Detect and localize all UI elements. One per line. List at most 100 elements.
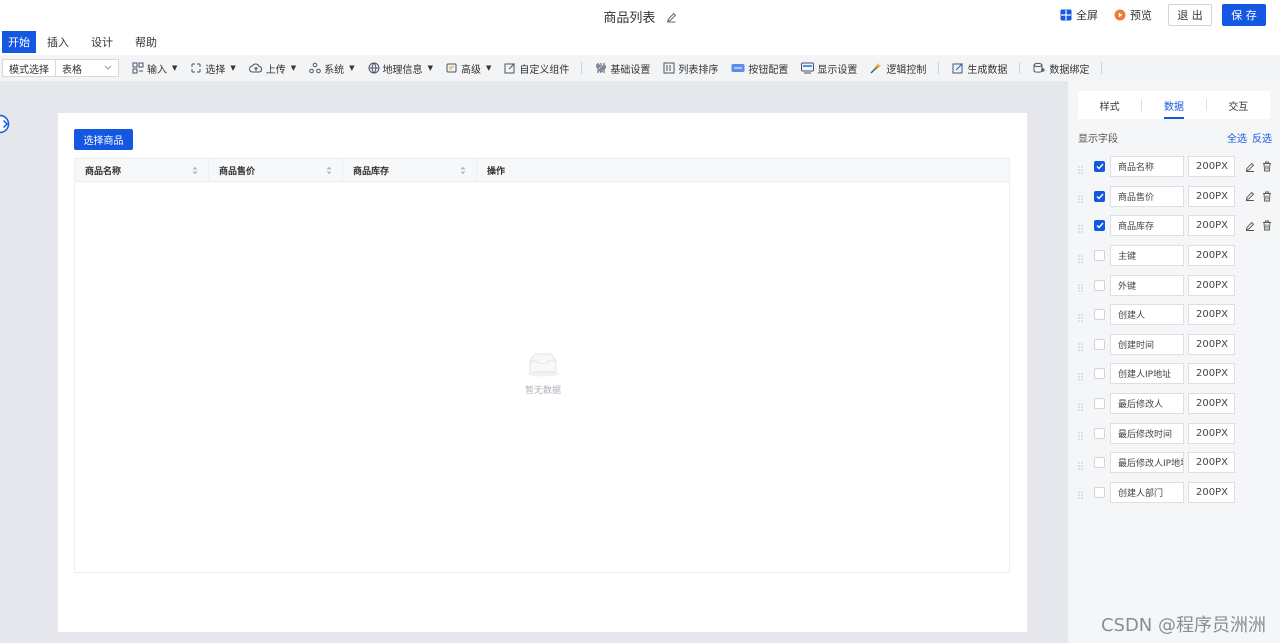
field-name-input[interactable]: 创建人IP地址	[1110, 363, 1184, 385]
toolbar-list-sort[interactable]: 列表排序	[663, 61, 718, 76]
field-name-input[interactable]: 最后修改人IP地址	[1110, 452, 1184, 474]
field-name-input[interactable]: 主键	[1110, 245, 1184, 267]
sort-icon[interactable]	[460, 166, 466, 175]
drag-handle-icon[interactable]	[1078, 370, 1086, 381]
watermark: CSDN @程序员洲洲	[1100, 615, 1266, 636]
delete-icon[interactable]	[1262, 220, 1272, 231]
field-name-input[interactable]: 创建时间	[1110, 333, 1184, 355]
column-header-stock[interactable]: 商品库存	[343, 159, 477, 181]
drag-handle-icon[interactable]	[1078, 488, 1086, 500]
product-table: 商品名称 商品售价 商品库存 操作 暂无数据	[74, 158, 1010, 573]
field-checkbox[interactable]	[1094, 368, 1105, 380]
drag-handle-icon[interactable]	[1078, 311, 1086, 322]
field-width-input[interactable]: 200PX	[1188, 333, 1235, 355]
tab-start[interactable]: 开始	[2, 31, 36, 53]
field-checkbox[interactable]	[1094, 457, 1105, 469]
toolbar-input[interactable]: 输入 ▼	[132, 61, 177, 76]
field-checkbox[interactable]	[1094, 279, 1105, 291]
field-name-input[interactable]: 最后修改人	[1110, 393, 1184, 415]
field-width-input[interactable]: 200PX	[1188, 481, 1235, 503]
tab-design[interactable]: 设计	[80, 31, 124, 53]
top-bar: 商品列表 全屏 预览 退 出 保 存	[0, 0, 1280, 30]
toolbar-logic[interactable]: 逻辑控制	[870, 61, 926, 76]
toolbar-advanced[interactable]: 高级 ▼	[446, 61, 491, 76]
toolbar-geo[interactable]: 地理信息 ▼	[368, 61, 433, 76]
toolbar-select[interactable]: 选择 ▼	[190, 61, 236, 76]
edit-icon[interactable]	[1245, 191, 1255, 202]
drag-handle-icon[interactable]	[1078, 252, 1086, 263]
drag-handle-icon[interactable]	[1078, 281, 1086, 292]
sort-icon[interactable]	[326, 166, 332, 175]
column-header-price[interactable]: 商品售价	[209, 159, 343, 181]
field-checkbox[interactable]	[1094, 398, 1105, 410]
expand-panel-button[interactable]	[0, 114, 16, 134]
field-checkbox[interactable]	[1094, 338, 1105, 350]
field-name-input[interactable]: 最后修改时间	[1110, 422, 1184, 444]
field-name-input[interactable]: 创建人部门	[1110, 481, 1184, 503]
tab-help[interactable]: 帮助	[124, 31, 168, 53]
choose-product-button[interactable]: 选择商品	[74, 129, 133, 150]
toolbar-basic-settings-label: 基础设置	[610, 64, 651, 76]
property-panel: 样式 数据 交互 显示字段 全选 反选 商品名称 200PX 商品售价 200PX 商品…	[1068, 81, 1280, 643]
field-width-input[interactable]: 200PX	[1188, 274, 1235, 296]
toolbar-separator	[938, 62, 940, 74]
exit-button[interactable]: 退 出	[1168, 4, 1212, 26]
tab-insert[interactable]: 插入	[36, 31, 80, 53]
toolbar-system[interactable]: 系统 ▼	[309, 61, 355, 76]
toolbar-generate-data[interactable]: 生成数据	[952, 61, 1007, 76]
field-width-input[interactable]: 200PX	[1188, 452, 1235, 474]
field-name-input[interactable]: 外键	[1110, 274, 1184, 296]
field-name-input[interactable]: 商品售价	[1110, 185, 1184, 207]
invert-selection-link[interactable]: 反选	[1252, 130, 1272, 145]
field-width-input[interactable]: 200PX	[1188, 422, 1235, 444]
preview-button[interactable]: 预览	[1114, 7, 1152, 23]
toolbar-display-settings[interactable]: 显示设置	[801, 61, 857, 76]
fullscreen-button[interactable]: 全屏	[1060, 7, 1098, 23]
field-width-input[interactable]: 200PX	[1188, 185, 1235, 207]
field-name-input[interactable]: 创建人	[1110, 304, 1184, 326]
field-checkbox[interactable]	[1094, 309, 1105, 321]
settings-icon	[596, 63, 607, 73]
delete-icon[interactable]	[1262, 191, 1272, 202]
field-checkbox[interactable]	[1094, 220, 1105, 232]
column-header-name[interactable]: 商品名称	[75, 159, 209, 181]
tab-data[interactable]: 数据	[1142, 91, 1205, 119]
field-width-input[interactable]: 200PX	[1188, 363, 1235, 385]
edit-icon[interactable]	[1245, 162, 1255, 172]
toolbar-data-binding[interactable]: 数据绑定	[1033, 61, 1089, 76]
field-checkbox[interactable]	[1094, 190, 1105, 202]
toolbar-upload[interactable]: 上传 ▼	[248, 61, 296, 76]
tab-interaction[interactable]: 交互	[1207, 91, 1270, 119]
field-name-input[interactable]: 商品库存	[1110, 215, 1184, 237]
drag-handle-icon[interactable]	[1078, 192, 1086, 204]
toolbar-button-config[interactable]: 按钮配置	[731, 61, 788, 76]
select-all-link[interactable]: 全选	[1227, 130, 1247, 145]
field-width-input[interactable]: 200PX	[1188, 304, 1235, 326]
field-width-input[interactable]: 200PX	[1188, 245, 1235, 267]
field-name-input[interactable]: 商品名称	[1110, 156, 1184, 178]
field-checkbox[interactable]	[1094, 427, 1105, 439]
sort-icon[interactable]	[192, 166, 198, 175]
field-width-input[interactable]: 200PX	[1188, 393, 1235, 415]
drag-handle-icon[interactable]	[1078, 222, 1086, 233]
edit-title-icon[interactable]	[666, 12, 677, 27]
field-width-input[interactable]: 200PX	[1188, 156, 1235, 178]
field-width-input[interactable]: 200PX	[1188, 215, 1235, 237]
drag-handle-icon[interactable]	[1078, 340, 1086, 352]
delete-icon[interactable]	[1262, 161, 1272, 172]
preview-icon	[1114, 9, 1126, 21]
field-checkbox[interactable]	[1094, 486, 1105, 498]
drag-handle-icon[interactable]	[1078, 429, 1086, 440]
drag-handle-icon[interactable]	[1078, 459, 1086, 470]
drag-handle-icon[interactable]	[1078, 163, 1086, 174]
drag-handle-icon[interactable]	[1078, 400, 1086, 411]
field-row: 商品库存 200PX	[1078, 211, 1272, 241]
toolbar-custom[interactable]: 自定义组件	[504, 61, 569, 76]
mode-select[interactable]: 模式选择 表格	[2, 59, 119, 77]
field-checkbox[interactable]	[1094, 161, 1105, 173]
field-checkbox[interactable]	[1094, 250, 1105, 262]
tab-style[interactable]: 样式	[1078, 91, 1141, 119]
toolbar-basic-settings[interactable]: 基础设置	[595, 61, 650, 76]
edit-icon[interactable]	[1245, 221, 1255, 231]
save-button[interactable]: 保 存	[1222, 4, 1266, 26]
